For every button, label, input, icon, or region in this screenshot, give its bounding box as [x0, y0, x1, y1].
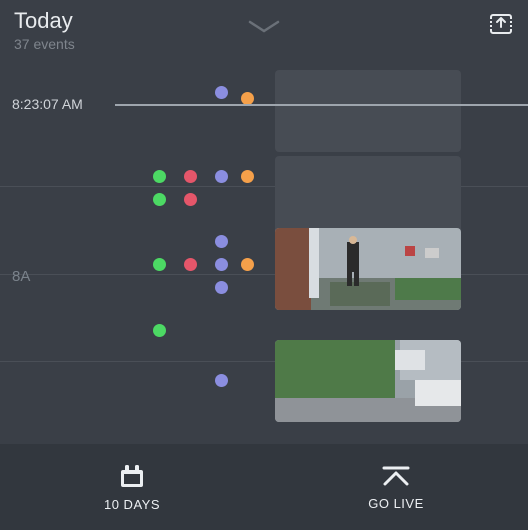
event-dot[interactable] [215, 235, 228, 248]
event-dot[interactable] [153, 324, 166, 337]
event-dot[interactable] [153, 170, 166, 183]
clip-placeholder [275, 70, 461, 152]
ten-days-button[interactable]: 10 DAYS [0, 444, 264, 530]
event-dot[interactable] [153, 258, 166, 271]
collapse-chevron[interactable] [248, 20, 280, 39]
event-dot[interactable] [153, 193, 166, 206]
event-dot[interactable] [215, 281, 228, 294]
header-title-group: Today 37 events [14, 8, 75, 52]
footer-bar: 10 DAYS GO LIVE [0, 444, 528, 530]
clip-thumbnail[interactable] [275, 340, 461, 422]
go-live-icon [381, 464, 411, 488]
event-dot[interactable] [184, 170, 197, 183]
timeline[interactable]: 8A 8:23:07 AM [0, 56, 528, 444]
share-button[interactable] [486, 8, 516, 38]
event-dot[interactable] [184, 193, 197, 206]
event-dot[interactable] [241, 258, 254, 271]
go-live-button[interactable]: GO LIVE [264, 444, 528, 530]
event-dot[interactable] [241, 170, 254, 183]
event-dot[interactable] [215, 258, 228, 271]
page-title: Today [14, 8, 75, 34]
clip-placeholder [275, 156, 461, 238]
clip-thumbnail[interactable] [275, 228, 461, 310]
go-live-label: GO LIVE [368, 496, 424, 511]
share-icon [488, 10, 514, 36]
current-time-rule [115, 104, 528, 106]
current-time-label: 8:23:07 AM [0, 96, 115, 112]
header: Today 37 events [0, 0, 528, 56]
event-dot[interactable] [184, 258, 197, 271]
event-dot[interactable] [215, 374, 228, 387]
event-dot[interactable] [215, 170, 228, 183]
chevron-down-icon [248, 20, 280, 34]
event-count: 37 events [14, 36, 75, 52]
hour-label: 8A [12, 268, 30, 285]
ten-days-label: 10 DAYS [104, 497, 160, 512]
current-time-indicator[interactable]: 8:23:07 AM [0, 104, 528, 106]
event-dot[interactable] [215, 86, 228, 99]
calendar-icon [118, 463, 146, 489]
